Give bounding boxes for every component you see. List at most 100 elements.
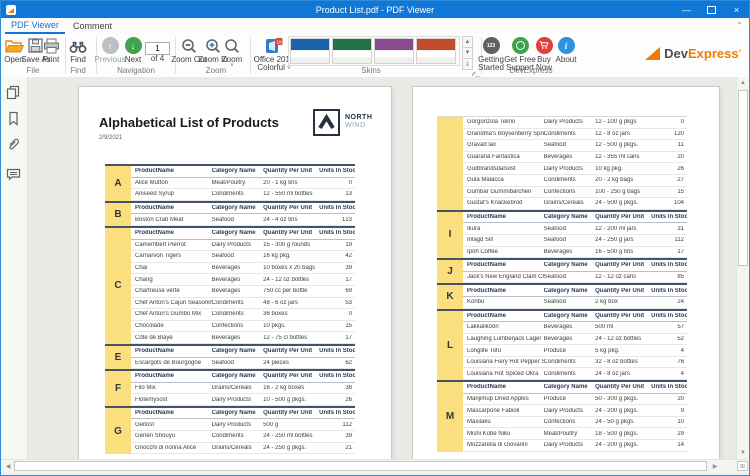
product-cell: 100 - 250 g bags	[595, 189, 651, 195]
product-row: Alice MuttonMeat/Poultry20 - 1 kg tins0	[131, 178, 355, 190]
office-2019-icon: 19	[265, 36, 283, 54]
column-header: Category Name	[544, 214, 596, 220]
group-caption-navigation: Navigation	[101, 66, 171, 75]
scrollbar-corner-button[interactable]: ⊞	[737, 461, 748, 471]
skin-swatch[interactable]	[416, 38, 456, 64]
tab-pdf-viewer[interactable]: PDF Viewer	[5, 18, 65, 34]
comments-icon[interactable]	[6, 167, 22, 183]
product-table: Gorgonzola TelinoDairy Products12 - 100 …	[437, 116, 687, 452]
product-cell: 12 - 200 ml jars	[595, 226, 651, 232]
table-header-row: ProductNameCategory NameQuantity Per Uni…	[463, 382, 687, 394]
product-cell: Gorgonzola Telino	[463, 119, 544, 125]
table-header-row: ProductNameCategory NameQuantity Per Uni…	[463, 260, 687, 272]
horizontal-scrollbar[interactable]: ◀ ▶ ⊞	[1, 459, 749, 472]
table-header-row: ProductNameCategory NameQuantity Per Uni…	[131, 228, 355, 240]
group-caption-file: File	[3, 66, 63, 75]
column-header: ProductName	[131, 348, 212, 354]
product-cell: 24	[651, 299, 687, 305]
product-row: Louisiana Hot Spiced OkraCondiments24 - …	[463, 368, 687, 380]
attachments-icon[interactable]	[6, 137, 22, 153]
product-cell: Confections	[544, 419, 596, 425]
next-label: Next	[125, 56, 141, 64]
minimize-button[interactable]: —	[674, 1, 699, 18]
product-cell: Confections	[212, 323, 264, 329]
scroll-right-icon[interactable]: ▶	[709, 460, 721, 472]
document-area: Alphabetical List of Products 2/9/2021 N…	[1, 77, 749, 459]
group-letter: J	[437, 260, 463, 283]
zoom-dropdown-button[interactable]: Zoom ˅	[219, 36, 245, 69]
product-cell: Dairy Products	[544, 408, 596, 414]
product-cell: Filo Mix	[131, 385, 212, 391]
maximize-button[interactable]	[699, 1, 724, 18]
bookmarks-icon[interactable]	[6, 111, 22, 127]
skin-swatch[interactable]	[332, 38, 372, 64]
product-cell: Seafood	[212, 253, 264, 259]
product-cell: Chai	[131, 265, 212, 271]
product-cell: 11	[651, 142, 687, 148]
vertical-scrollbar-thumb[interactable]	[738, 90, 748, 266]
column-header: Category Name	[544, 288, 596, 294]
column-header: Units In Stock	[319, 230, 355, 236]
product-cell: 76	[651, 359, 687, 365]
product-group-l: LProductNameCategory NameQuantity Per Un…	[437, 309, 687, 381]
column-header: Units In Stock	[319, 373, 355, 379]
close-button[interactable]: ×	[724, 1, 749, 18]
next-button[interactable]: ↓ Next	[119, 36, 147, 64]
page-count-label: of 4	[145, 54, 170, 63]
page-thumbnails-icon[interactable]	[6, 85, 22, 101]
column-header: Quantity Per Unit	[263, 205, 319, 211]
product-cell: Beverages	[212, 277, 264, 283]
group-letter: B	[105, 203, 131, 226]
product-cell: Gudbrandsdalsost	[463, 166, 544, 172]
collapse-ribbon-icon[interactable]: ⌃	[736, 21, 743, 30]
find-label: Find	[70, 56, 86, 64]
product-cell: Inlagd Sill	[463, 237, 544, 243]
product-row: ChaiBeverages10 boxes x 20 bags39	[131, 263, 355, 275]
product-cell: Seafood	[544, 274, 596, 280]
lifebuoy-icon	[512, 36, 529, 54]
product-cell: 57	[651, 324, 687, 330]
product-cell: 26	[319, 397, 355, 403]
product-cell: Condiments	[544, 359, 596, 365]
product-cell: Escargots de Bourgogne	[131, 360, 212, 366]
product-cell: 42	[319, 253, 355, 259]
skin-swatch[interactable]	[290, 38, 330, 64]
product-cell: 10 pkgs.	[263, 323, 319, 329]
product-cell: Ikura	[463, 226, 544, 232]
column-header: Units In Stock	[319, 205, 355, 211]
product-cell: 27	[651, 177, 687, 183]
product-cell: 39	[319, 265, 355, 271]
tab-comment[interactable]: Comment	[67, 18, 118, 34]
skin-swatch[interactable]	[374, 38, 414, 64]
product-cell: 112	[651, 237, 687, 243]
product-group-m: MProductNameCategory NameQuantity Per Un…	[437, 380, 687, 452]
group-letter: I	[437, 212, 463, 258]
about-button[interactable]: i About	[553, 36, 579, 64]
logo-north-text: NORTH	[345, 114, 372, 121]
column-header: ProductName	[463, 214, 544, 220]
product-row: Louisiana Fiery Hot Pepper SauceCondimen…	[463, 357, 687, 369]
product-cell: Seafood	[544, 226, 596, 232]
product-cell: Dairy Products	[544, 119, 596, 125]
product-cell: 52	[651, 336, 687, 342]
vertical-scrollbar[interactable]: ▲ ▼	[736, 77, 749, 459]
horizontal-scrollbar-thumb[interactable]	[14, 461, 707, 471]
product-row: Gnocchi di nonna AliceGrains/Cereals24 -…	[131, 443, 355, 455]
product-cell: Gravad lax	[463, 142, 544, 148]
product-group-j: JProductNameCategory NameQuantity Per Un…	[437, 258, 687, 283]
product-cell: 24 - 500 g pkgs.	[595, 200, 651, 206]
column-header: ProductName	[131, 230, 212, 236]
find-button[interactable]: Find	[67, 36, 89, 64]
product-cell: Seafood	[212, 360, 264, 366]
product-cell: Beverages	[212, 288, 264, 294]
product-cell: Dairy Products	[544, 166, 596, 172]
product-cell: 10 boxes x 20 bags	[263, 265, 319, 271]
product-cell: 16 kg pkg.	[263, 253, 319, 259]
product-row: Aniseed SyrupCondiments12 - 550 ml bottl…	[131, 189, 355, 201]
product-row: FlotemysostDairy Products10 - 500 g pkgs…	[131, 394, 355, 406]
print-button[interactable]: Print	[39, 36, 63, 64]
product-cell: Dairy Products	[544, 442, 596, 448]
scroll-down-icon[interactable]: ▼	[737, 447, 749, 459]
scroll-up-icon[interactable]: ▲	[737, 77, 749, 89]
scroll-left-icon[interactable]: ◀	[2, 460, 14, 472]
